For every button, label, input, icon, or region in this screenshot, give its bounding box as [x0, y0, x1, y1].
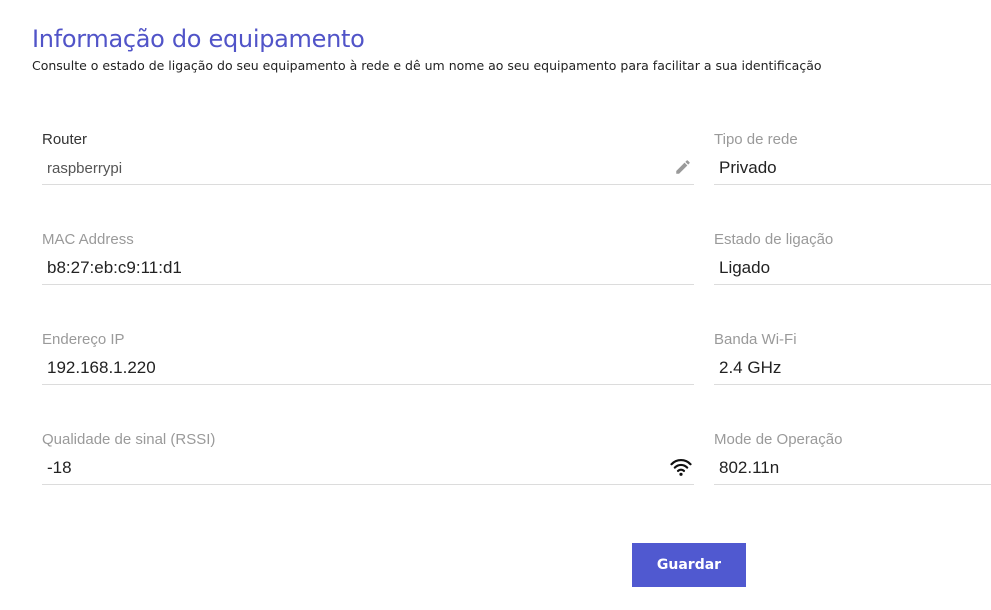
rssi-label: Qualidade de sinal (RSSI) — [42, 431, 216, 448]
network-type-value: Privado — [719, 158, 777, 177]
router-name-input[interactable]: raspberrypi — [42, 154, 694, 185]
operation-mode-row: 802.11n — [714, 454, 991, 485]
ip-address-field: Endereço IP 192.168.1.220 — [42, 331, 694, 385]
pencil-icon[interactable] — [674, 158, 692, 176]
network-type-label: Tipo de rede — [714, 131, 798, 148]
router-name-field: Router raspberrypi — [42, 131, 694, 185]
mac-address-row: b8:27:eb:c9:11:d1 — [42, 254, 694, 285]
connection-state-label: Estado de ligação — [714, 231, 834, 248]
ip-address-value: 192.168.1.220 — [47, 358, 156, 377]
router-name-value: raspberrypi — [47, 160, 123, 177]
save-button[interactable]: Guardar — [632, 543, 746, 587]
wifi-band-value: 2.4 GHz — [719, 358, 782, 377]
ip-address-label: Endereço IP — [42, 331, 125, 348]
wifi-band-field: Banda Wi-Fi 2.4 GHz — [714, 331, 991, 385]
mac-address-label: MAC Address — [42, 231, 134, 248]
ip-address-row: 192.168.1.220 — [42, 354, 694, 385]
wifi-band-row: 2.4 GHz — [714, 354, 991, 385]
rssi-value: -18 — [47, 458, 72, 477]
page-header: Informação do equipamento Consulte o est… — [32, 22, 971, 75]
operation-mode-field: Mode de Operação 802.11n — [714, 431, 991, 485]
operation-mode-label: Mode de Operação — [714, 431, 843, 448]
rssi-row: -18 — [42, 454, 694, 485]
page-subtitle: Consulte o estado de ligação do seu equi… — [32, 58, 822, 73]
rssi-field: Qualidade de sinal (RSSI) -18 — [42, 431, 694, 485]
network-type-field: Tipo de rede Privado — [714, 131, 991, 185]
mac-address-field: MAC Address b8:27:eb:c9:11:d1 — [42, 231, 694, 285]
page-title: Informação do equipamento — [32, 25, 365, 53]
operation-mode-value: 802.11n — [719, 458, 780, 477]
network-type-row: Privado — [714, 154, 991, 185]
connection-state-row: Ligado — [714, 254, 991, 285]
mac-address-value: b8:27:eb:c9:11:d1 — [47, 258, 182, 277]
connection-state-value: Ligado — [719, 258, 771, 277]
router-name-label: Router — [42, 131, 88, 148]
wifi-band-label: Banda Wi-Fi — [714, 331, 797, 348]
connection-state-field: Estado de ligação Ligado — [714, 231, 991, 285]
wifi-icon — [670, 457, 692, 477]
